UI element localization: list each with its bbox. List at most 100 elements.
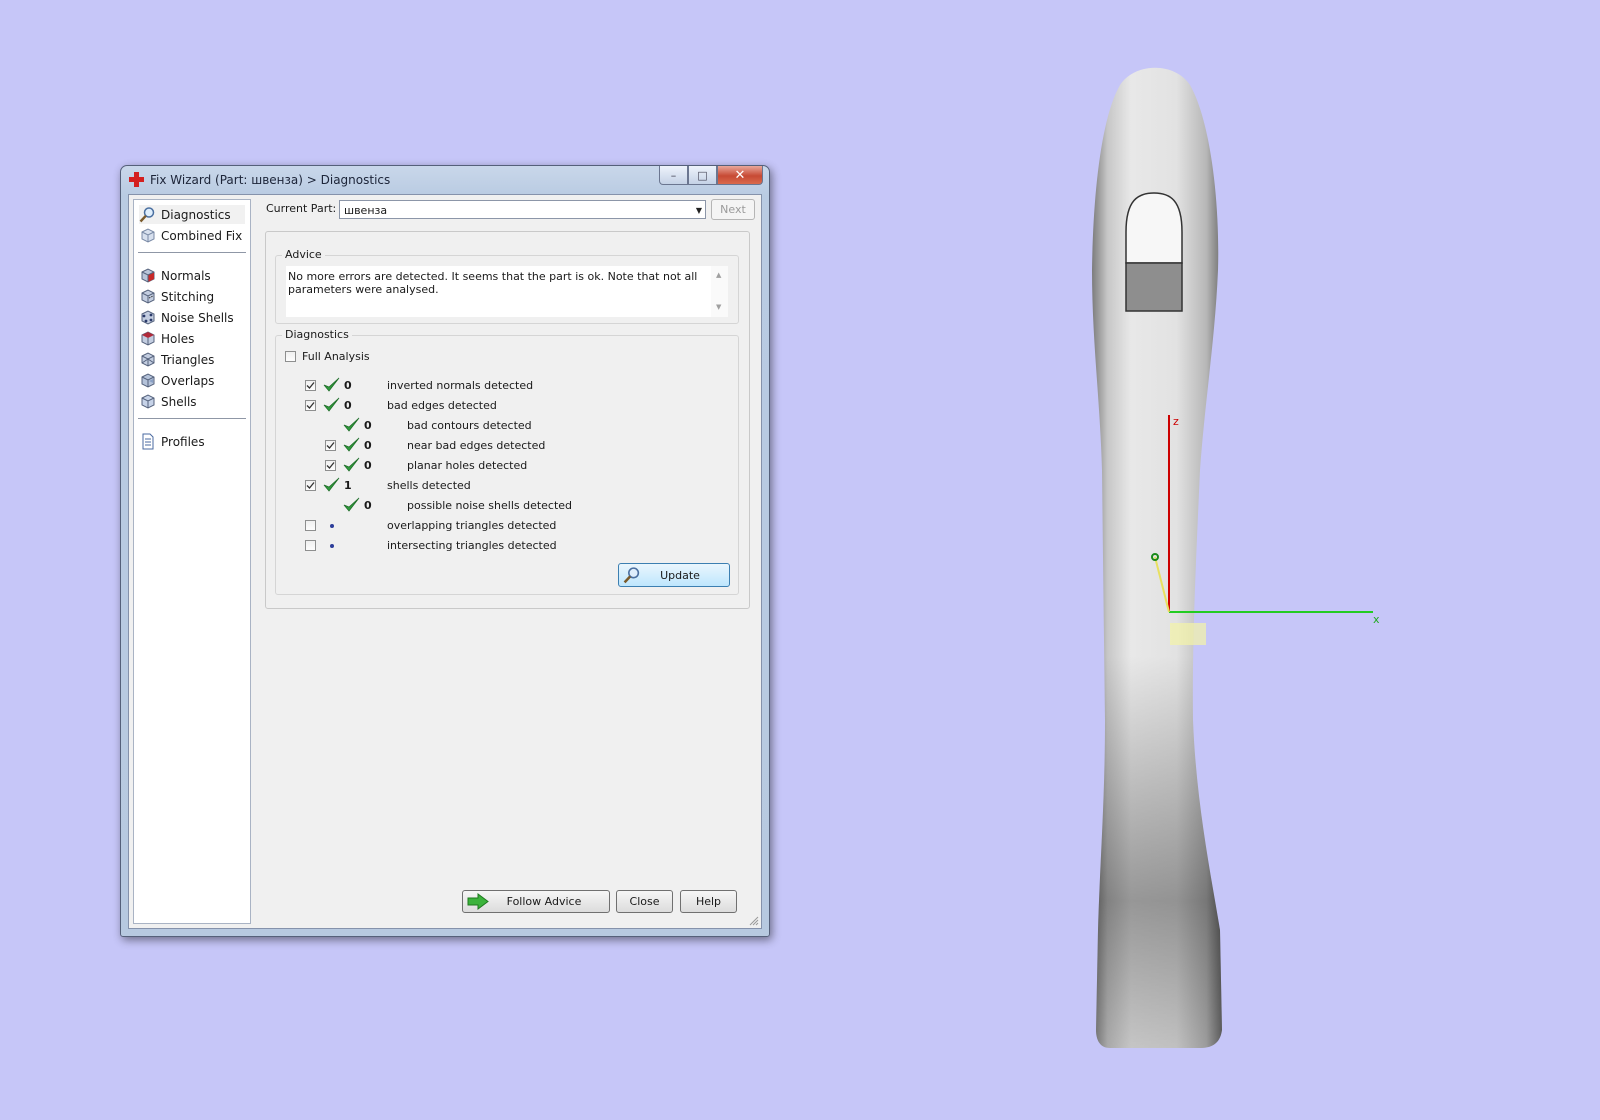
x-axis-label: x bbox=[1373, 613, 1380, 626]
diagnostic-checkbox[interactable] bbox=[305, 520, 316, 531]
advice-group: Advice No more errors are detected. It s… bbox=[275, 248, 739, 324]
green-check-icon bbox=[343, 457, 360, 472]
diagnostic-label: possible noise shells detected bbox=[407, 499, 573, 512]
sidebar-item-shells[interactable]: Shells bbox=[139, 392, 245, 411]
pivot-point bbox=[1151, 553, 1159, 561]
part-model[interactable] bbox=[1092, 67, 1222, 1048]
diagnostics-title: Diagnostics bbox=[282, 328, 352, 341]
diagnostic-label: shells detected bbox=[387, 479, 471, 492]
current-part-value: швенза bbox=[344, 204, 388, 217]
checkmark-icon bbox=[306, 402, 315, 409]
diagnostic-checkbox[interactable] bbox=[305, 480, 316, 491]
diagnostic-label: planar holes detected bbox=[407, 459, 528, 472]
green-check-icon bbox=[343, 497, 360, 512]
update-button[interactable]: Update bbox=[618, 563, 730, 587]
sidebar-item-triangles[interactable]: Triangles bbox=[139, 350, 245, 369]
sidebar-item-combined-fix[interactable]: Combined Fix bbox=[139, 226, 245, 245]
sidebar-item-diagnostics[interactable]: Diagnostics bbox=[139, 205, 245, 224]
diagnostic-count: 0 bbox=[364, 439, 372, 452]
diagnostic-count: 0 bbox=[364, 499, 372, 512]
follow-advice-button[interactable]: Follow Advice bbox=[462, 890, 610, 913]
diagnostic-count: 0 bbox=[364, 419, 372, 432]
red-cross-icon bbox=[129, 172, 144, 187]
full-analysis-label: Full Analysis bbox=[302, 350, 370, 363]
magnifier-icon bbox=[139, 207, 155, 223]
diagnostic-label: intersecting triangles detected bbox=[387, 539, 557, 552]
full-analysis-checkbox[interactable] bbox=[285, 351, 296, 362]
follow-advice-label: Follow Advice bbox=[506, 895, 582, 908]
pending-dot-icon bbox=[330, 524, 334, 528]
scroll-up-icon[interactable]: ▲ bbox=[716, 269, 721, 282]
checkmark-icon bbox=[306, 382, 315, 389]
checkmark-icon bbox=[326, 462, 335, 469]
green-arrow-icon bbox=[467, 893, 489, 910]
diagnostic-checkbox[interactable] bbox=[325, 440, 336, 451]
sidebar-item-label: Diagnostics bbox=[161, 207, 231, 222]
sidebar-item-stitching[interactable]: Stitching bbox=[139, 287, 245, 306]
diagnostic-count: 1 bbox=[344, 479, 352, 492]
fix-wizard-window: Fix Wizard (Part: швенза) > Diagnostics … bbox=[120, 165, 770, 937]
sidebar-item-label: Combined Fix bbox=[161, 228, 243, 243]
sidebar-item-normals[interactable]: Normals bbox=[139, 266, 245, 285]
close-window-button[interactable]: ✕ bbox=[717, 166, 763, 185]
sidebar-item-label: Holes bbox=[161, 331, 195, 346]
diagnostic-count: 0 bbox=[344, 379, 352, 392]
magnifier-icon bbox=[623, 567, 640, 584]
nav-divider bbox=[138, 252, 246, 253]
window-title: Fix Wizard (Part: швенза) > Diagnostics bbox=[150, 173, 391, 187]
sidebar-item-label: Profiles bbox=[161, 434, 205, 449]
sidebar-nav: Diagnostics Combined Fix Normals Stitchi… bbox=[133, 199, 251, 924]
diagnostics-group: Diagnostics Full Analysis 0 inverted norm… bbox=[275, 328, 739, 595]
nav-divider bbox=[138, 418, 246, 419]
part-slot bbox=[1125, 192, 1183, 264]
sidebar-item-label: Triangles bbox=[161, 352, 215, 367]
pending-dot-icon bbox=[330, 544, 334, 548]
diagnostic-checkbox[interactable] bbox=[305, 380, 316, 391]
diagnostic-checkbox[interactable] bbox=[305, 400, 316, 411]
maximize-button[interactable]: □ bbox=[688, 166, 717, 185]
chevron-down-icon: ▼ bbox=[695, 206, 702, 215]
sidebar-item-noise-shells[interactable]: Noise Shells bbox=[139, 308, 245, 327]
diagnostic-count: 0 bbox=[364, 459, 372, 472]
checkmark-icon bbox=[306, 482, 315, 489]
close-button[interactable]: Close bbox=[616, 890, 673, 913]
sidebar-item-profiles[interactable]: Profiles bbox=[139, 432, 245, 451]
help-button[interactable]: Help bbox=[680, 890, 737, 913]
diagnostic-checkbox[interactable] bbox=[305, 540, 316, 551]
noise-shells-icon bbox=[141, 310, 155, 325]
current-part-select[interactable]: швенза ▼ bbox=[339, 200, 706, 219]
stitching-cube-icon bbox=[141, 289, 155, 304]
checkmark-icon bbox=[326, 442, 335, 449]
diagnostic-label: inverted normals detected bbox=[387, 379, 534, 392]
advice-scrollbar[interactable]: ▲ ▼ bbox=[711, 266, 728, 317]
current-part-label: Current Part: bbox=[266, 202, 337, 215]
z-axis-label: z bbox=[1173, 415, 1179, 428]
document-icon bbox=[142, 433, 154, 450]
diagnostic-label: bad contours detected bbox=[407, 419, 532, 432]
minimize-button[interactable]: – bbox=[659, 166, 688, 185]
diagnostic-checkbox[interactable] bbox=[325, 460, 336, 471]
sidebar-item-label: Noise Shells bbox=[161, 310, 234, 325]
sidebar-item-label: Overlaps bbox=[161, 373, 215, 388]
sidebar-item-overlaps[interactable]: Overlaps bbox=[139, 371, 245, 390]
part-slot-shadow bbox=[1125, 262, 1183, 312]
sidebar-item-label: Stitching bbox=[161, 289, 215, 304]
diagnostic-label: overlapping triangles detected bbox=[387, 519, 557, 532]
scroll-down-icon[interactable]: ▼ bbox=[716, 301, 721, 314]
normals-cube-icon bbox=[141, 268, 155, 283]
green-check-icon bbox=[323, 397, 340, 412]
title-bar[interactable]: Fix Wizard (Part: швенза) > Diagnostics … bbox=[121, 166, 769, 194]
cube-icon bbox=[141, 228, 155, 243]
next-button[interactable]: Next bbox=[711, 199, 755, 220]
axis-gizmo: z x bbox=[1151, 415, 1380, 645]
selection-highlight bbox=[1170, 623, 1206, 645]
sidebar-item-holes[interactable]: Holes bbox=[139, 329, 245, 348]
advice-title: Advice bbox=[282, 248, 325, 261]
resize-grip-icon[interactable] bbox=[749, 916, 759, 926]
green-check-icon bbox=[343, 417, 360, 432]
sidebar-item-label: Normals bbox=[161, 268, 211, 283]
sidebar-item-label: Shells bbox=[161, 394, 197, 409]
shells-cube-icon bbox=[141, 394, 155, 409]
window-client: Diagnostics Combined Fix Normals Stitchi… bbox=[128, 194, 762, 929]
advice-text-box: No more errors are detected. It seems th… bbox=[286, 266, 728, 317]
